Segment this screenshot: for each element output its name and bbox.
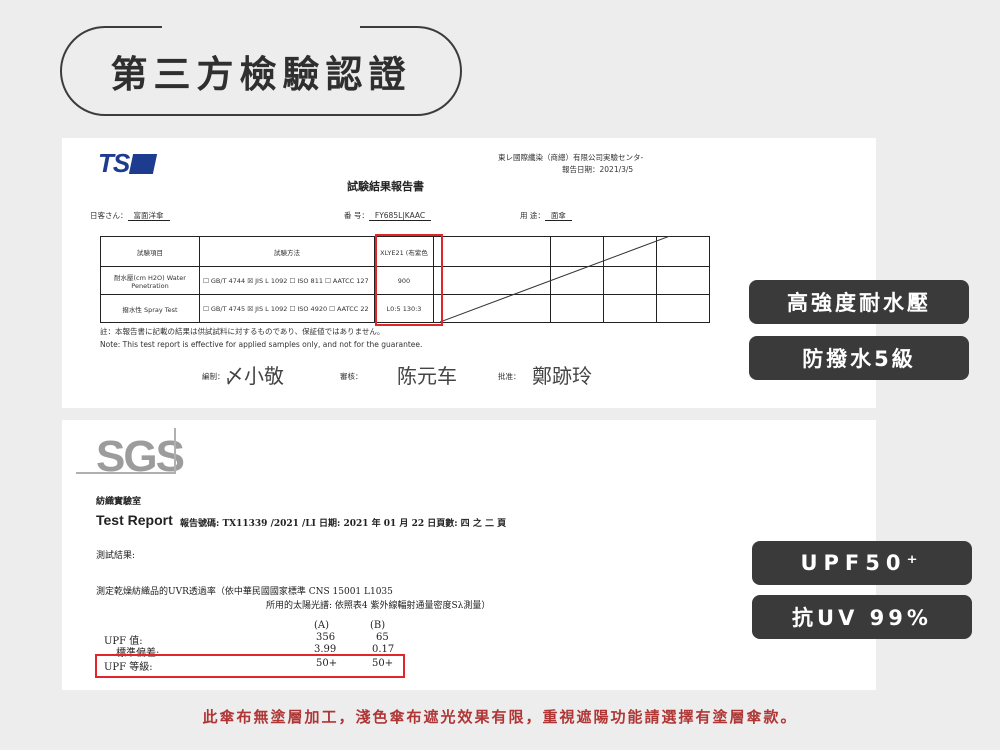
tsi-highlight-box xyxy=(375,234,443,326)
tsi-sig-label-1: 編制： xyxy=(202,372,225,381)
tsi-row2-method: ☐ GB/T 4745 ☒ JIS L 1092 ☐ ISO 4920 ☐ AA… xyxy=(199,294,375,323)
tsi-row1-item: 耐水壓(cm H2O) Water Penetration xyxy=(100,266,200,295)
page-title: 第三方檢驗認證 xyxy=(110,53,412,96)
tsi-use: 用 途： 面傘 xyxy=(520,210,572,221)
signature-2: 陈元车 xyxy=(397,364,457,388)
tsi-client: 日客さん： 富面洋傘 xyxy=(90,210,170,221)
footer-disclaimer: 此傘布無塗層加工，淺色傘布遮光效果有限，重視遮陽功能請選擇有塗層傘款。 xyxy=(202,708,798,726)
sgs-lab: 紡織實驗室 xyxy=(96,497,142,507)
tsi-note-en: Note: This test report is effective for … xyxy=(100,340,423,349)
tsi-date-line: 報告日期：2021/3/5 xyxy=(562,165,634,174)
sgs-report-no: 報告號碼: TX11339 /2021 /LI 日期: 2021 年 01 月 … xyxy=(180,519,507,529)
tsi-note-jp: 註：本報告書に記載の結果は供試試料に対するものであり、保証値ではありません。 xyxy=(100,327,385,336)
sgs-upf-a: 356 xyxy=(316,632,336,643)
sgs-logo: SGS xyxy=(96,432,185,481)
signature-3: 鄭跡玲 xyxy=(532,364,592,388)
badge-water-pressure: 高強度耐水壓 xyxy=(749,280,969,324)
tsi-row2-item: 撥水性 Spray Test xyxy=(100,294,200,323)
sgs-result-label: 測試結果: xyxy=(96,551,136,561)
tsi-sig-label-2: 審核： xyxy=(340,372,363,381)
tsi-sig-label-3: 批准： xyxy=(498,372,521,381)
sgs-col-a: (A) xyxy=(314,620,330,631)
sgs-highlight-box xyxy=(95,654,405,678)
tsi-row1-method: ☐ GB/T 4744 ☒ JIS L 1092 ☐ ISO 811 ☐ AAT… xyxy=(199,266,375,295)
sgs-logo-vline xyxy=(174,428,176,474)
tsi-logo: TS xyxy=(98,148,158,179)
sgs-test-report-label: Test Report xyxy=(96,512,173,528)
tsi-diagonal-line xyxy=(440,236,670,322)
signature-1: 〆小敬 xyxy=(224,364,284,388)
badge-uv: 抗UV 99% xyxy=(752,595,972,639)
sgs-col-b: (B) xyxy=(370,620,386,631)
tsi-number: 番 号： FY685L|KAAC xyxy=(344,210,432,221)
sgs-method-line2: 所用的太陽光譜: 依照表4 紫外線輻射通量密度Sλ測量） xyxy=(266,601,491,611)
sgs-upf-b: 65 xyxy=(376,632,389,643)
tsi-report-title: 試験結果報告書 xyxy=(347,180,424,193)
sgs-logo-line xyxy=(76,472,176,474)
tsi-company-line: 東レ國際纖染（商總）有限公司実驗センタ- xyxy=(498,153,644,162)
sgs-method-line1: 測定乾燥紡織品的UVR透過率（依中華民國國家標準 CNS 15001 L1035 xyxy=(96,587,393,597)
tsi-col-item: 試験項目 xyxy=(100,236,200,267)
tsi-col-method: 試験方法 xyxy=(199,236,375,267)
badge-upf: UPF50⁺ xyxy=(752,541,972,585)
badge-water-repellent: 防撥水5級 xyxy=(749,336,969,380)
title-pill: 第三方檢驗認證 xyxy=(60,24,462,116)
